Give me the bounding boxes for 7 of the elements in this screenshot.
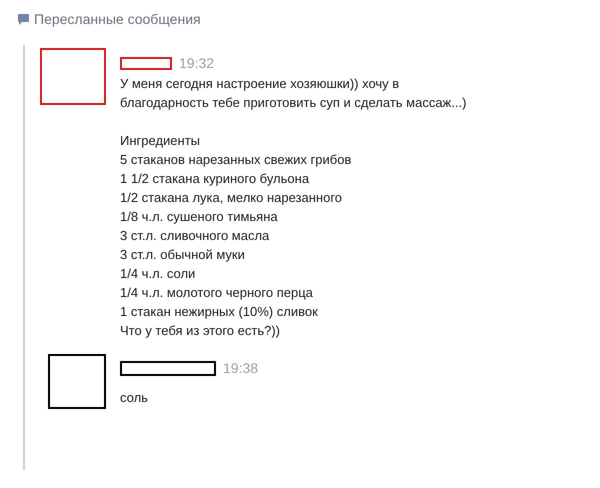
message-text: Ингредиенты 5 стаканов нарезанных свежих грибов 1 1/2 стакана куриного бульона 1/2 стакана лука, мелко нарезанного 1/8 ч.л. сушеного тимьяна 3 ст.л. сливочного масла 3 ст.л. обычной муки 1/4 ч.л. соли 1/4 ч.л. молотого черного перца 1 стакан нежирных (10%) сливок Что у тебя из этого есть?)) <box>120 132 352 340</box>
message-time: 19:32 <box>179 54 214 72</box>
section-title: Пересланные сообщения <box>34 10 201 29</box>
chat-bubble-icon <box>18 14 29 25</box>
message-text: соль <box>120 389 149 407</box>
message-text: У меня сегодня настроение хозяюшки)) хочу в благодарность тебе приготовить суп и сделать массаж...) <box>120 75 466 112</box>
message-time: 19:38 <box>223 358 258 378</box>
